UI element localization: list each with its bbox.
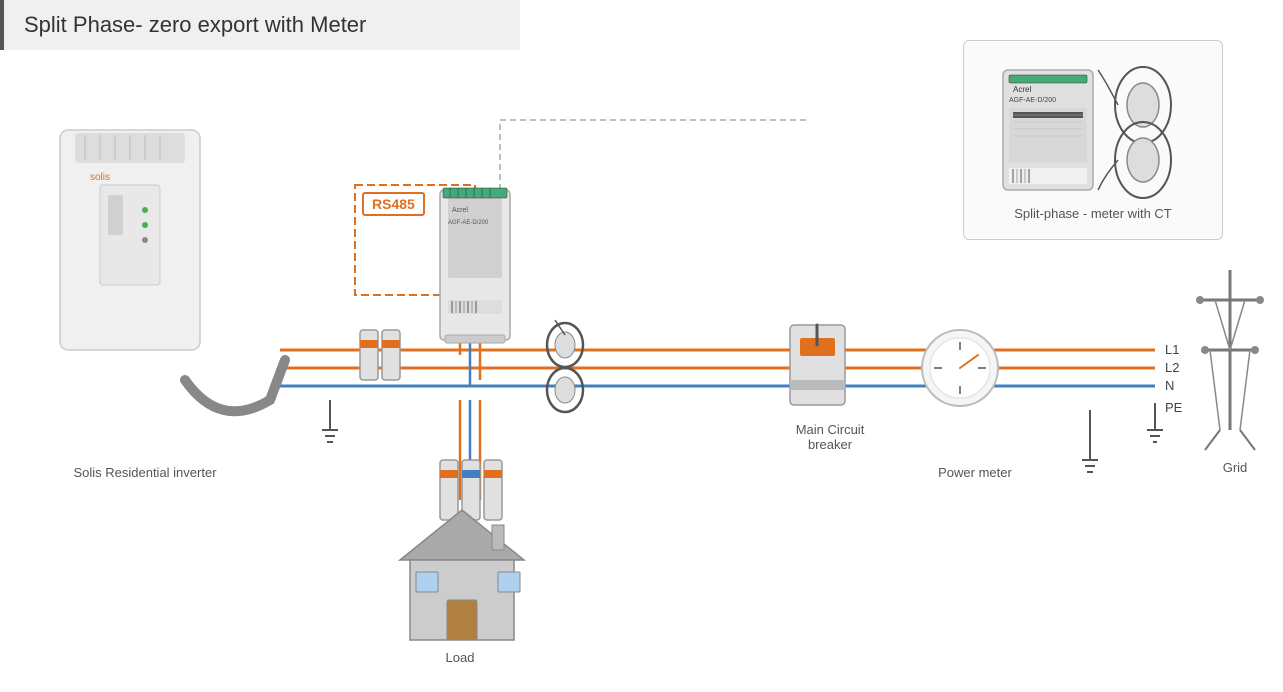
svg-text:PE: PE (1165, 400, 1183, 415)
page-container: Split Phase- zero export with Meter (0, 0, 1283, 692)
svg-text:Acrel: Acrel (452, 207, 468, 214)
svg-text:AGF-AE-D/200: AGF-AE-D/200 (448, 220, 489, 226)
main-breaker-label: Main Circuit breaker (775, 422, 885, 452)
svg-text:L1: L1 (1165, 342, 1179, 357)
load-label: Load (415, 650, 505, 665)
svg-text:N: N (1165, 378, 1174, 393)
meter-callout-label: Split-phase - meter with CT (1014, 206, 1172, 221)
svg-text:Acrel: Acrel (1013, 85, 1031, 94)
inverter-label: Solis Residential inverter (55, 465, 235, 480)
rs485-label: RS485 (362, 192, 425, 216)
svg-text:L2: L2 (1165, 360, 1179, 375)
svg-text:AGF-AE-D/200: AGF-AE-D/200 (1009, 97, 1056, 104)
meter-callout-image: Acrel AGF-AE-D/200 (993, 60, 1193, 200)
grid-label: Grid (1200, 460, 1270, 475)
power-meter-label: Power meter (925, 465, 1025, 480)
meter-callout-box: Acrel AGF-AE-D/200 (963, 40, 1223, 240)
svg-text:solis: solis (90, 172, 110, 183)
